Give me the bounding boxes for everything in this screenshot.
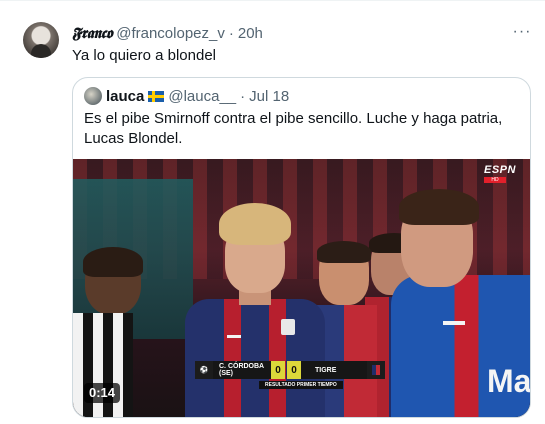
home-team: C. CÓRDOBA (SE): [213, 361, 271, 379]
video-duration: 0:14: [84, 383, 121, 403]
quoted-avatar[interactable]: [84, 87, 102, 105]
sponsor-text: Ma: [487, 363, 531, 399]
tweet[interactable]: 𝕱𝖗𝖆𝖓𝖈𝖔 @francolopez_v · 20h ··· Ya lo qu…: [0, 0, 545, 424]
quoted-tweet-header: lauca @lauca__ · Jul 18: [84, 86, 289, 106]
home-crest-icon: ⚽: [195, 361, 213, 379]
display-name[interactable]: 𝕱𝖗𝖆𝖓𝖈𝖔: [72, 24, 113, 42]
tweet-header: 𝕱𝖗𝖆𝖓𝖈𝖔 @francolopez_v · 20h: [72, 23, 263, 43]
tweet-text: Ya lo quiero a blondel: [72, 47, 216, 64]
away-team: TIGRE: [301, 361, 367, 379]
scoreboard-caption: RESULTADO PRIMER TIEMPO: [259, 381, 343, 389]
separator-dot: ·: [228, 24, 234, 42]
avatar[interactable]: [23, 22, 59, 58]
user-handle[interactable]: @francolopez_v: [116, 25, 225, 42]
more-glyph: ···: [512, 23, 532, 40]
quoted-timestamp[interactable]: Jul 18: [249, 88, 289, 105]
sweden-flag-icon: [148, 90, 165, 102]
video-player[interactable]: Ma ESPN HD ⚽ C. CÓRDOBA (SE) 0 0 TIGRE R…: [73, 159, 531, 417]
quoted-display-name[interactable]: lauca: [106, 88, 144, 105]
kappa-logo-icon: [443, 309, 465, 325]
broadcaster-sub: HD: [484, 177, 506, 183]
quoted-tweet[interactable]: lauca @lauca__ · Jul 18 Es el pibe Smirn…: [72, 77, 531, 418]
espn-logo: ESPN HD: [484, 165, 524, 183]
separator-dot: ·: [240, 87, 246, 105]
club-crest-icon: [281, 319, 295, 335]
broadcaster-name: ESPN: [484, 164, 516, 176]
scoreboard: ⚽ C. CÓRDOBA (SE) 0 0 TIGRE: [195, 361, 385, 379]
away-crest-icon: [367, 361, 385, 379]
away-score: 0: [287, 361, 301, 379]
quoted-tweet-text: Es el pibe Smirnoff contra el pibe senci…: [84, 110, 503, 147]
more-horizontal-icon[interactable]: ···: [511, 23, 533, 41]
home-score: 0: [271, 361, 285, 379]
kappa-logo-icon: [227, 325, 241, 338]
timestamp[interactable]: 20h: [238, 25, 263, 42]
quoted-user-handle[interactable]: @lauca__: [168, 88, 236, 105]
player-right: Ma: [391, 189, 531, 417]
